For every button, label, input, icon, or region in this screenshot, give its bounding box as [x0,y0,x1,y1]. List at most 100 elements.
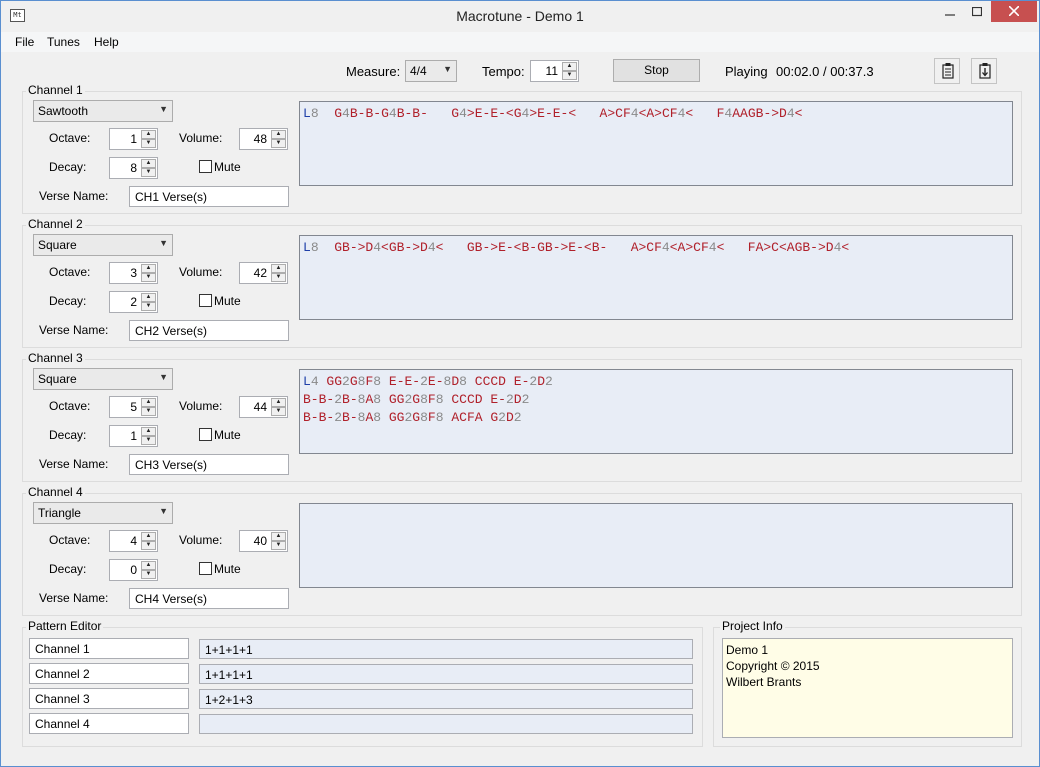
pattern-channel-name[interactable]: Channel 3 [29,688,189,709]
volume-stepper-value: 42 [253,266,267,280]
code-line: B-B-2B-8A8 GG2G8F8 ACFA G2D2 [303,409,1012,427]
menu-tunes[interactable]: Tunes [47,35,80,49]
octave-stepper[interactable]: 4 ▲ ▼ [109,530,158,552]
pattern-sequence-input[interactable] [199,714,693,734]
code-token: D [505,410,514,425]
maximize-button[interactable] [964,1,990,22]
spin-up-icon[interactable]: ▲ [271,398,286,407]
verse-name-input[interactable]: CH3 Verse(s) [129,454,289,475]
octave-stepper[interactable]: 1 ▲ ▼ [109,128,158,150]
spin-down-icon[interactable]: ▼ [141,436,156,445]
decay-stepper[interactable]: 1 ▲ ▼ [109,425,158,447]
spin-up-icon[interactable]: ▲ [141,293,156,302]
spin-down-icon[interactable]: ▼ [271,541,286,550]
spin-up-icon[interactable]: ▲ [271,532,286,541]
spin-up-icon[interactable]: ▲ [271,130,286,139]
pattern-channel-name[interactable]: Channel 4 [29,713,189,734]
menu-help[interactable]: Help [94,35,119,49]
volume-label: Volume: [179,265,223,279]
pattern-channel-name[interactable]: Channel 1 [29,638,189,659]
waveform-select[interactable]: Square ▼ [33,234,173,256]
pattern-sequence-input[interactable]: 1+2+1+3 [199,689,693,709]
spin-up-icon[interactable]: ▲ [141,159,156,168]
spin-down-icon[interactable]: ▼ [271,139,286,148]
menu-file[interactable]: File [15,35,34,49]
minimize-button[interactable] [936,1,963,22]
code-token: B- [342,392,358,407]
code-token: CCCD E- [466,374,530,389]
pattern-channel-name[interactable]: Channel 2 [29,663,189,684]
mml-editor[interactable] [299,503,1013,588]
spin-up-icon[interactable]: ▲ [562,62,577,71]
mml-editor[interactable]: L4 GG2G8F8 E-E-2E-8D8 CCCD E-2D2 B-B-2B-8… [299,369,1013,454]
spin-down-icon[interactable]: ▼ [141,570,156,579]
code-token: L [303,106,311,121]
spin-up-icon[interactable]: ▲ [141,130,156,139]
mml-editor[interactable]: L8 GB->D4<GB->D4< GB->E-<B-GB->E-<B- A>C… [299,235,1013,320]
spin-up-icon[interactable]: ▲ [141,427,156,436]
stop-button[interactable]: Stop [613,59,700,82]
clipboard-button[interactable] [934,58,960,84]
spin-down-icon[interactable]: ▼ [141,168,156,177]
octave-stepper-value: 1 [130,132,137,146]
volume-label: Volume: [179,131,223,145]
mml-editor[interactable]: L8 G4B-B-G4B-B- G4>E-E-<G4>E-E-< A>CF4<A… [299,101,1013,186]
window-title: Macrotune - Demo 1 [456,8,584,24]
volume-stepper[interactable]: 48 ▲ ▼ [239,128,288,150]
code-token: 4 [388,106,397,121]
spin-down-icon[interactable]: ▼ [141,273,156,282]
channel-title: Channel 4 [26,485,85,499]
pattern-sequence-input[interactable]: 1+1+1+1 [199,664,693,684]
mute-checkbox[interactable] [199,562,212,575]
octave-stepper[interactable]: 3 ▲ ▼ [109,262,158,284]
tempo-stepper[interactable]: 11 ▲ ▼ [530,60,579,82]
octave-label: Octave: [49,533,91,547]
volume-stepper[interactable]: 44 ▲ ▼ [239,396,288,418]
pattern-sequence-input[interactable]: 1+1+1+1 [199,639,693,659]
decay-stepper[interactable]: 0 ▲ ▼ [109,559,158,581]
code-token: 8 [435,392,444,407]
spin-down-icon[interactable]: ▼ [271,273,286,282]
spin-up-icon[interactable]: ▲ [141,398,156,407]
verse-name-input[interactable]: CH1 Verse(s) [129,186,289,207]
close-button[interactable] [991,1,1037,22]
project-info-text[interactable]: Demo 1 Copyright © 2015 Wilbert Brants [722,638,1013,738]
spin-down-icon[interactable]: ▼ [141,302,156,311]
waveform-select[interactable]: Triangle ▼ [33,502,173,524]
volume-stepper-value: 44 [253,400,267,414]
spin-up-icon[interactable]: ▲ [141,264,156,273]
volume-stepper[interactable]: 40 ▲ ▼ [239,530,288,552]
mute-label: Mute [214,562,241,576]
spin-up-icon[interactable]: ▲ [271,264,286,273]
code-line: B-B-2B-8A8 GG2G8F8 CCCD E-2D2 [303,391,1012,409]
code-token: G [349,374,358,389]
decay-stepper[interactable]: 2 ▲ ▼ [109,291,158,313]
waveform-select[interactable]: Square ▼ [33,368,173,390]
spin-down-icon[interactable]: ▼ [141,139,156,148]
waveform-value: Square [38,238,77,252]
octave-label: Octave: [49,131,91,145]
decay-stepper[interactable]: 8 ▲ ▼ [109,157,158,179]
spin-down-icon[interactable]: ▼ [271,407,286,416]
volume-stepper[interactable]: 42 ▲ ▼ [239,262,288,284]
spin-up-icon[interactable]: ▲ [141,532,156,541]
spin-down-icon[interactable]: ▼ [562,71,577,80]
verse-name-label: Verse Name: [39,591,109,605]
verse-name-input[interactable]: CH4 Verse(s) [129,588,289,609]
octave-stepper[interactable]: 5 ▲ ▼ [109,396,158,418]
verse-name-input[interactable]: CH2 Verse(s) [129,320,289,341]
waveform-select[interactable]: Sawtooth ▼ [33,100,173,122]
mute-checkbox[interactable] [199,428,212,441]
code-token: B-B- [303,410,335,425]
mute-checkbox[interactable] [199,160,212,173]
code-token: B-B- [303,392,335,407]
measure-select[interactable]: 4/4 ▼ [405,60,457,82]
spin-up-icon[interactable]: ▲ [141,561,156,570]
spin-down-icon[interactable]: ▼ [141,407,156,416]
mute-checkbox[interactable] [199,294,212,307]
code-token: < [841,240,850,255]
spin-down-icon[interactable]: ▼ [141,541,156,550]
export-button[interactable] [971,58,997,84]
chevron-down-icon: ▼ [159,238,168,248]
